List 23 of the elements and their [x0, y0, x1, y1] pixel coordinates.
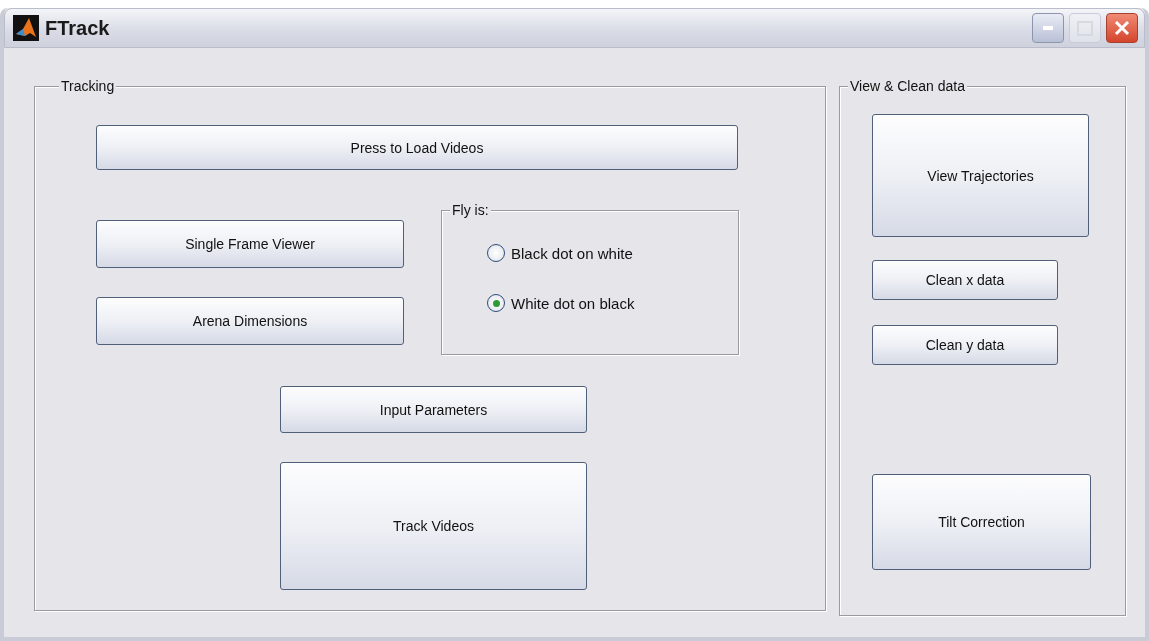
radio-label: White dot on black	[511, 294, 635, 312]
panel-title: View & Clean data	[848, 78, 967, 94]
group-title: Fly is:	[450, 202, 491, 218]
radio-button[interactable]	[487, 244, 505, 262]
clean-x-button[interactable]: Clean x data	[872, 260, 1058, 300]
minimize-icon	[1043, 26, 1053, 30]
close-button[interactable]	[1106, 13, 1138, 43]
load-videos-button[interactable]: Press to Load Videos	[96, 125, 738, 170]
close-icon	[1113, 19, 1131, 37]
trajectories-button[interactable]: View Trajectories	[872, 114, 1089, 237]
window-title: FTrack	[45, 16, 111, 40]
arena-button[interactable]: Arena Dimensions	[96, 297, 404, 345]
panel-title: Tracking	[59, 78, 117, 94]
track-videos-button[interactable]: Track Videos	[280, 462, 587, 590]
app-icon	[13, 15, 39, 41]
minimize-button[interactable]	[1032, 13, 1064, 43]
radio-label: Black dot on white	[511, 244, 633, 262]
radio-button[interactable]	[487, 294, 505, 312]
maximize-icon	[1077, 20, 1093, 36]
clean-y-button[interactable]: Clean y data	[872, 325, 1058, 365]
frame-viewer-button[interactable]: Single Frame Viewer	[96, 220, 404, 268]
tilt-correction-button[interactable]: Tilt Correction	[872, 474, 1091, 570]
parameters-button[interactable]: Input Parameters	[280, 386, 587, 433]
